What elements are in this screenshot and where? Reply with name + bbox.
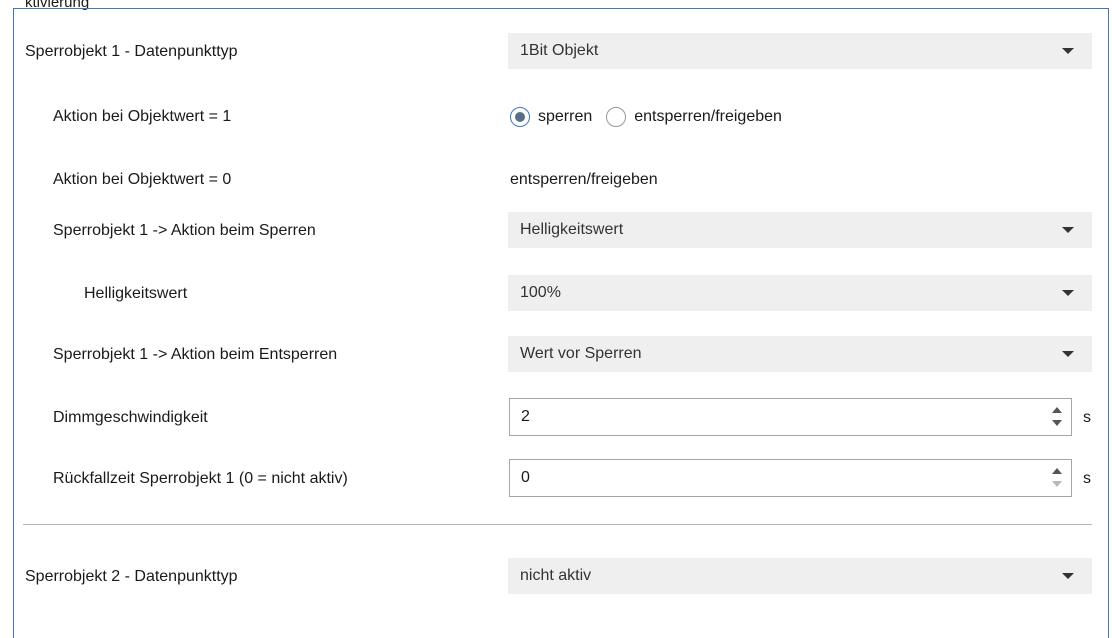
- aktion-entsperren-select[interactable]: Wert vor Sperren: [508, 336, 1092, 372]
- helligkeitswert-select[interactable]: 100%: [508, 275, 1092, 311]
- spinbox-value: 0: [521, 469, 530, 486]
- row-label-datenpunkttyp-1: Sperrobjekt 1 - Datenpunkttyp: [25, 43, 238, 60]
- row-label-aktion-wert-0: Aktion bei Objektwert = 0: [53, 171, 232, 188]
- chevron-down-icon: [1062, 290, 1074, 296]
- row-label-aktion-entsperren: Sperrobjekt 1 -> Aktion beim Entsperren: [53, 346, 338, 363]
- chevron-down-icon: [1062, 351, 1074, 357]
- select-value: Wert vor Sperren: [520, 345, 642, 362]
- spinner-arrows[interactable]: [1051, 405, 1063, 429]
- row-label-helligkeitswert: Helligkeitswert: [84, 285, 188, 302]
- select-value: 1Bit Objekt: [520, 42, 599, 59]
- rueckfallzeit-unit: s: [1083, 470, 1091, 487]
- aktion-sperren-select[interactable]: Helligkeitswert: [508, 212, 1092, 248]
- row-label-rueckfallzeit: Rückfallzeit Sperrobjekt 1 (0 = nicht ak…: [53, 470, 348, 487]
- radio-sperren-label[interactable]: sperren: [538, 108, 592, 126]
- dimmgeschwindigkeit-unit: s: [1083, 409, 1091, 426]
- row-label-datenpunkttyp-2: Sperrobjekt 2 - Datenpunkttyp: [25, 568, 238, 585]
- aktion-wert-0-value: entsperren/freigeben: [510, 171, 658, 188]
- aktion-wert-1-radio-group: sperren entsperren/freigeben: [510, 102, 796, 132]
- arrow-up-icon[interactable]: [1052, 407, 1062, 413]
- arrow-down-icon[interactable]: [1052, 481, 1062, 487]
- rueckfallzeit-spinbox[interactable]: 0: [509, 459, 1072, 497]
- datenpunkttyp-1-select[interactable]: 1Bit Objekt: [508, 33, 1092, 69]
- select-value: nicht aktiv: [520, 567, 592, 584]
- select-value: 100%: [520, 284, 561, 301]
- radio-entsperren-label[interactable]: entsperren/freigeben: [634, 108, 782, 126]
- row-label-aktion-wert-1: Aktion bei Objektwert = 1: [53, 108, 232, 125]
- radio-entsperren[interactable]: [606, 107, 627, 127]
- dimmgeschwindigkeit-spinbox[interactable]: 2: [509, 398, 1072, 436]
- radio-sperren[interactable]: [510, 107, 530, 127]
- row-label-dimmgeschwindigkeit: Dimmgeschwindigkeit: [53, 409, 208, 426]
- chevron-down-icon: [1062, 573, 1074, 579]
- row-label-aktion-sperren: Sperrobjekt 1 -> Aktion beim Sperren: [53, 222, 316, 239]
- chevron-down-icon: [1062, 48, 1074, 54]
- select-value: Helligkeitswert: [520, 221, 624, 238]
- datenpunkttyp-2-select[interactable]: nicht aktiv: [508, 558, 1092, 594]
- spinbox-value: 2: [521, 408, 530, 425]
- section-divider: [23, 524, 1092, 525]
- spinner-arrows[interactable]: [1051, 466, 1063, 490]
- arrow-down-icon[interactable]: [1052, 420, 1062, 426]
- arrow-up-icon[interactable]: [1052, 468, 1062, 474]
- chevron-down-icon: [1062, 227, 1074, 233]
